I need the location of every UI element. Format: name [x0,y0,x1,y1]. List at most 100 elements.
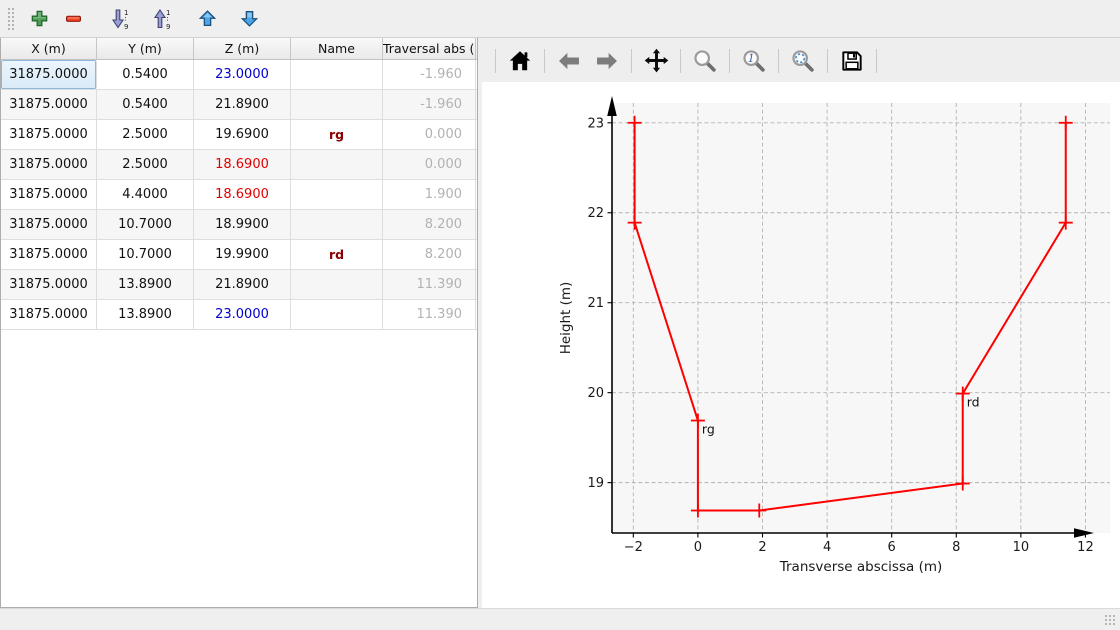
cell-y[interactable]: 4.4000 [97,180,194,209]
cell-name[interactable] [291,60,383,89]
y-axis-label: Height (m) [558,282,574,355]
table-toolbar: 1 9 1 9 [0,0,1120,38]
toolbar-separator [544,49,545,73]
svg-text:1: 1 [166,9,170,17]
cell-name[interactable] [291,90,383,119]
cell-abs[interactable]: 11.390 [383,300,476,329]
magnifier-1-icon: 1 [741,48,767,74]
sort-ascending-button[interactable]: 1 9 [146,4,176,34]
cell-y[interactable]: 10.7000 [97,210,194,239]
cell-x[interactable]: 31875.0000 [1,270,97,299]
home-icon [507,48,533,74]
cell-z[interactable]: 23.0000 [194,60,291,89]
cell-y[interactable]: 2.5000 [97,120,194,149]
sort-up-1-9-icon: 1 9 [151,8,171,30]
cell-x[interactable]: 31875.0000 [1,180,97,209]
minus-icon [64,9,83,28]
cell-abs[interactable]: 8.200 [383,210,476,239]
column-header-y[interactable]: Y (m) [97,38,194,59]
svg-text:0: 0 [694,540,702,555]
plus-icon [30,9,49,28]
cell-abs[interactable]: -1.960 [383,90,476,119]
cell-abs[interactable]: 8.200 [383,240,476,269]
cell-abs[interactable]: 1.900 [383,180,476,209]
selected-cell[interactable]: 31875.0000 [1,60,97,89]
cell-x[interactable]: 31875.0000 [1,240,97,269]
save-figure-button[interactable] [835,44,869,78]
cell-name[interactable] [291,210,383,239]
cell-z[interactable]: 23.0000 [194,300,291,329]
column-header-name[interactable]: Name [291,38,383,59]
table-row: 31875.00002.500018.6900 0.000 [1,150,477,180]
svg-text:−2: −2 [624,540,643,555]
svg-text:23: 23 [587,116,604,131]
cell-name[interactable] [291,270,383,299]
column-header-z[interactable]: Z (m) [194,38,291,59]
cell-name[interactable]: rg [291,120,383,149]
remove-point-button[interactable] [58,4,88,34]
pan-button[interactable] [639,44,673,78]
cell-z[interactable]: 18.6900 [194,180,291,209]
toolbar-separator [876,49,877,73]
cell-name[interactable] [291,150,383,179]
cell-y[interactable]: 13.8900 [97,270,194,299]
column-header-traversal-abs[interactable]: Traversal abs (m) [383,38,476,59]
zoom-selection-button[interactable] [786,44,820,78]
table-row: 31875.000010.700018.9900 8.200 [1,210,477,240]
axes-background [612,103,1110,533]
toolbar-separator [778,49,779,73]
cell-z[interactable]: 19.6900 [194,120,291,149]
cell-y[interactable]: 2.5000 [97,150,194,179]
svg-text:4: 4 [823,540,831,555]
cell-y[interactable]: 0.5400 [97,90,194,119]
sort-descending-button[interactable]: 1 9 [104,4,134,34]
cell-z[interactable]: 21.8900 [194,270,291,299]
cell-abs[interactable]: -1.960 [383,60,476,89]
cell-x[interactable]: 31875.0000 [1,120,97,149]
move-up-button[interactable] [192,4,222,34]
table-body: 31875.00000.540023.0000-1.96031875.00000… [1,60,477,330]
svg-text:21: 21 [587,296,604,311]
cell-abs[interactable]: 11.390 [383,270,476,299]
toolbar-drag-handle[interactable] [6,6,14,32]
zoom-original-button[interactable]: 1 [737,44,771,78]
cell-name[interactable] [291,300,383,329]
svg-text:10: 10 [1013,540,1030,555]
add-point-button[interactable] [24,4,54,34]
cell-abs[interactable]: 0.000 [383,120,476,149]
zoom-button[interactable] [688,44,722,78]
move-down-button[interactable] [234,4,264,34]
cell-z[interactable]: 18.9900 [194,210,291,239]
svg-text:1: 1 [124,9,128,17]
cell-z[interactable]: 21.8900 [194,90,291,119]
plot-toolbar: 1 [482,39,1120,82]
forward-button[interactable] [590,44,624,78]
cross-section-chart[interactable]: −20246810121920212223Transverse abscissa… [482,82,1120,608]
back-button[interactable] [552,44,586,78]
figure-canvas[interactable]: −20246810121920212223Transverse abscissa… [482,82,1120,608]
cell-z[interactable]: 18.6900 [194,150,291,179]
svg-text:12: 12 [1077,540,1094,555]
cell-y[interactable]: 13.8900 [97,300,194,329]
cell-name[interactable] [291,180,383,209]
arrow-up-icon [198,9,217,28]
svg-text:19: 19 [587,476,604,491]
cell-x[interactable]: 31875.0000 [1,300,97,329]
cell-y[interactable]: 10.7000 [97,240,194,269]
table-row: 31875.00004.400018.6900 1.900 [1,180,477,210]
cell-z[interactable]: 19.9900 [194,240,291,269]
toolbar-separator [495,49,496,73]
point-annotation: rd [967,395,980,410]
cell-y[interactable]: 0.5400 [97,60,194,89]
toolbar-separator [631,49,632,73]
cell-x[interactable]: 31875.0000 [1,150,97,179]
cell-x[interactable]: 31875.0000 [1,210,97,239]
column-header-x[interactable]: X (m) [1,38,97,59]
cell-x[interactable]: 31875.0000 [1,90,97,119]
resize-grip[interactable] [1104,614,1117,627]
magnifier-selection-icon [790,48,816,74]
home-button[interactable] [503,44,537,78]
cell-abs[interactable]: 0.000 [383,150,476,179]
cell-name[interactable]: rd [291,240,383,269]
pan-icon [643,47,670,74]
